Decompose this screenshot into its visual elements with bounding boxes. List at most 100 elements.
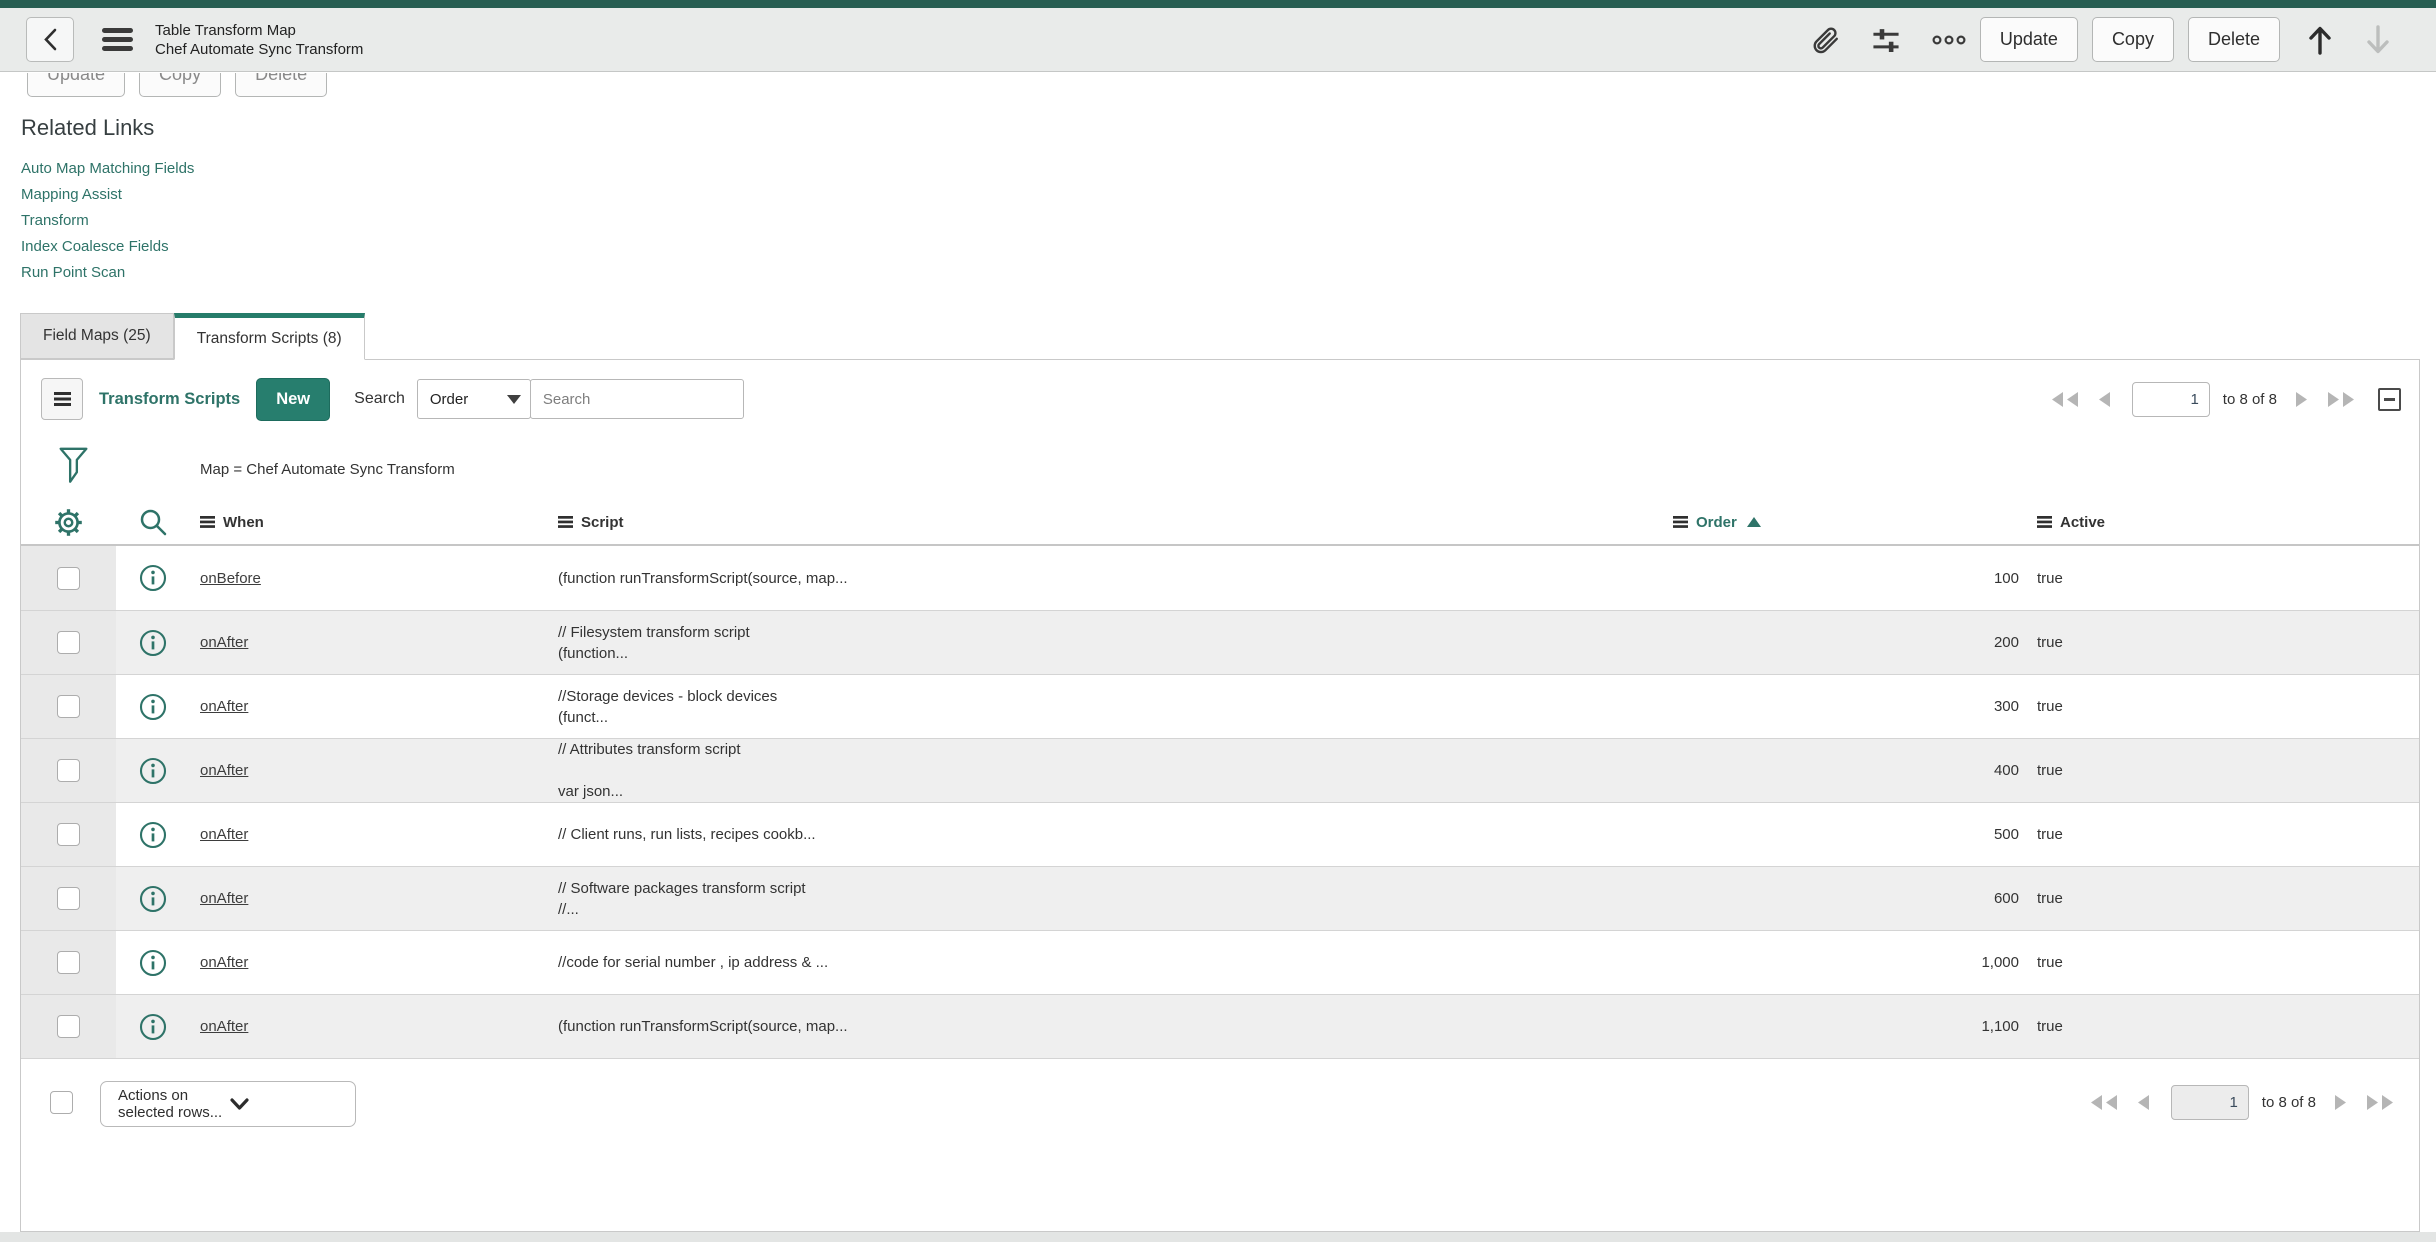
info-icon[interactable] — [139, 693, 167, 721]
update-button[interactable]: Update — [1979, 17, 2078, 62]
when-link[interactable]: onAfter — [200, 954, 248, 971]
when-link[interactable]: onBefore — [200, 570, 261, 587]
when-link[interactable]: onAfter — [200, 698, 248, 715]
row-checkbox[interactable] — [57, 566, 80, 590]
scroll-down-icon[interactable] — [2364, 24, 2392, 56]
column-label-order: Order — [1696, 513, 1737, 531]
search-column-icon[interactable] — [138, 507, 168, 537]
script-cell[interactable]: (function runTransformScript(source, map… — [558, 1016, 848, 1037]
related-link[interactable]: Index Coalesce Fields — [21, 234, 194, 260]
column-header-script[interactable]: Script — [546, 514, 1671, 531]
filter-breadcrumb[interactable]: Map = Chef Automate Sync Transform — [200, 461, 455, 478]
personalize-sliders-icon[interactable] — [1870, 24, 1902, 56]
gear-icon[interactable] — [53, 507, 84, 538]
tab-field-maps[interactable]: Field Maps (25) — [20, 313, 174, 359]
previous-page-icon[interactable] — [2136, 1094, 2151, 1111]
page-input[interactable] — [2131, 381, 2210, 417]
page-title-table: Table Transform Map — [155, 21, 296, 39]
column-menu-icon[interactable] — [200, 516, 215, 528]
row-checkbox[interactable] — [57, 631, 80, 654]
column-menu-icon[interactable] — [1673, 516, 1688, 528]
filter-icon[interactable] — [59, 447, 88, 484]
script-cell[interactable]: // Attributes transform script var json.… — [558, 739, 741, 802]
row-checkbox[interactable] — [57, 695, 80, 718]
order-cell: 1,100 — [1981, 1018, 2019, 1035]
scroll-up-icon[interactable] — [2306, 24, 2334, 56]
search-label: Search — [354, 390, 405, 407]
back-button[interactable] — [26, 17, 74, 62]
row-checkbox[interactable] — [57, 951, 80, 974]
copy-button[interactable]: Copy — [2091, 17, 2174, 62]
when-link[interactable]: onAfter — [200, 1018, 248, 1035]
info-icon[interactable] — [139, 885, 167, 913]
column-menu-icon[interactable] — [2037, 516, 2052, 528]
actions-select[interactable]: Actions on selected rows... — [100, 1081, 356, 1127]
previous-page-icon[interactable] — [2097, 391, 2112, 408]
when-link[interactable]: onAfter — [200, 826, 248, 843]
top-strip — [0, 0, 2436, 8]
more-options-icon[interactable] — [1932, 34, 1966, 46]
table-row: onAfter // Filesystem transform script (f… — [21, 610, 2419, 674]
last-page-icon[interactable] — [2326, 391, 2356, 408]
first-page-icon[interactable] — [2050, 391, 2080, 408]
collapse-list-icon[interactable] — [2378, 387, 2401, 411]
search-field-select[interactable]: Order — [416, 379, 531, 419]
related-link[interactable]: Run Point Scan — [21, 260, 194, 286]
pagination-bottom: to 8 of 8 — [2072, 1085, 2395, 1120]
script-cell[interactable]: //code for serial number , ip address & … — [558, 952, 828, 973]
list-context-menu-button[interactable] — [41, 378, 83, 420]
column-header-order[interactable]: Order — [1671, 514, 2029, 531]
page-title-record: Chef Automate Sync Transform — [155, 40, 364, 58]
script-cell[interactable]: (function runTransformScript(source, map… — [558, 568, 848, 589]
attachment-icon[interactable] — [1810, 25, 1840, 55]
list-toolbar: Transform Scripts New Search Order Searc… — [21, 360, 2419, 438]
column-label-script: Script — [581, 513, 624, 531]
form-context-menu-icon[interactable] — [102, 28, 133, 51]
chevron-down-icon — [229, 1097, 342, 1111]
search-input[interactable] — [529, 379, 744, 419]
related-link[interactable]: Mapping Assist — [21, 182, 194, 208]
info-icon[interactable] — [139, 564, 167, 592]
related-link[interactable]: Auto Map Matching Fields — [21, 156, 194, 182]
table-row: onAfter // Software packages transform s… — [21, 866, 2419, 930]
next-page-icon[interactable] — [2294, 391, 2309, 408]
form-copy-button[interactable]: Copy — [139, 73, 222, 97]
script-cell[interactable]: // Filesystem transform script (function.… — [558, 622, 750, 664]
form-body: Update Copy Delete Related Links Auto Ma… — [0, 73, 2436, 1242]
delete-button[interactable]: Delete — [2187, 17, 2280, 62]
page-input[interactable] — [2170, 1085, 2249, 1120]
script-cell[interactable]: //Storage devices - block devices (funct.… — [558, 686, 777, 728]
last-page-icon[interactable] — [2365, 1094, 2395, 1111]
column-header-when[interactable]: When — [190, 514, 546, 531]
list-filter-row: Map = Chef Automate Sync Transform — [21, 438, 2419, 500]
info-icon[interactable] — [139, 757, 167, 785]
row-checkbox[interactable] — [57, 759, 80, 782]
when-link[interactable]: onAfter — [200, 890, 248, 907]
tab-transform-scripts[interactable]: Transform Scripts (8) — [173, 313, 365, 360]
form-delete-button[interactable]: Delete — [235, 73, 328, 97]
active-cell: true — [2037, 762, 2063, 779]
script-cell[interactable]: // Software packages transform script//.… — [558, 878, 806, 920]
column-menu-icon[interactable] — [558, 516, 573, 528]
row-checkbox[interactable] — [57, 823, 80, 846]
active-cell: true — [2037, 826, 2063, 843]
info-icon[interactable] — [139, 949, 167, 977]
new-button[interactable]: New — [256, 377, 331, 421]
script-cell[interactable]: // Client runs, run lists, recipes cookb… — [558, 824, 816, 845]
first-page-icon[interactable] — [2089, 1094, 2119, 1111]
when-link[interactable]: onAfter — [200, 634, 248, 651]
next-page-icon[interactable] — [2333, 1094, 2348, 1111]
column-header-active[interactable]: Active — [2029, 514, 2419, 531]
bottom-strip — [0, 1232, 2436, 1242]
info-icon[interactable] — [139, 629, 167, 657]
select-all-checkbox[interactable] — [50, 1091, 73, 1114]
form-update-button[interactable]: Update — [27, 73, 126, 97]
actions-select-value: Actions on selected rows... — [118, 1087, 223, 1121]
app-header: Table Transform Map Chef Automate Sync T… — [0, 8, 2436, 72]
info-icon[interactable] — [139, 1013, 167, 1041]
row-checkbox[interactable] — [57, 1015, 80, 1038]
row-checkbox[interactable] — [57, 887, 80, 910]
related-link[interactable]: Transform — [21, 208, 194, 234]
when-link[interactable]: onAfter — [200, 762, 248, 779]
info-icon[interactable] — [139, 821, 167, 849]
